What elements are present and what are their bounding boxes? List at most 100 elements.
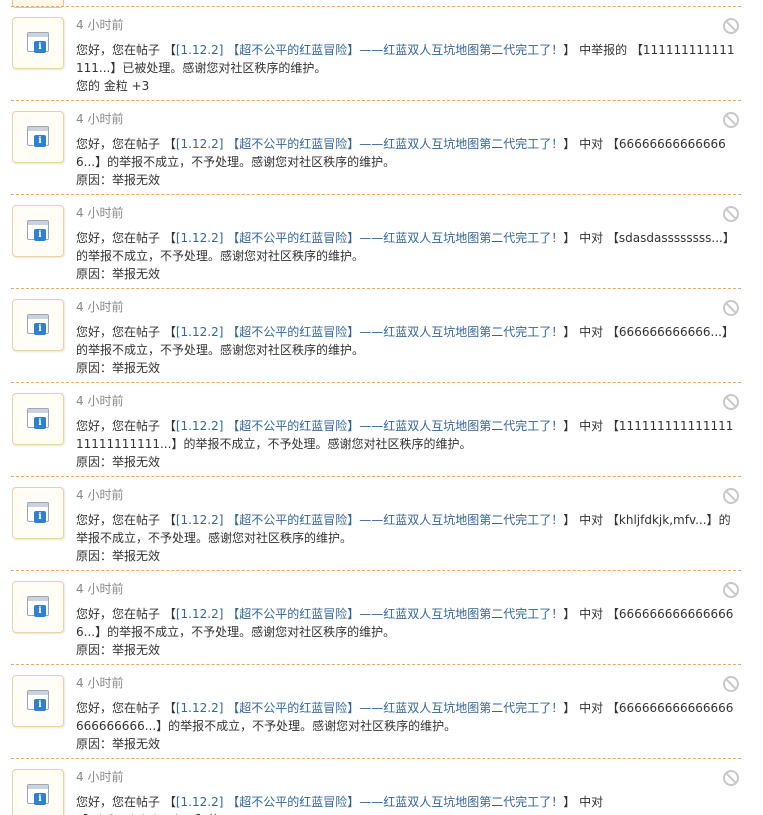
thread-version: [1.12.2] bbox=[175, 137, 224, 151]
thread-link[interactable]: [1.12.2] 【超不公平的红蓝冒险】——红蓝双人互坑地图第二代完工了！ bbox=[176, 231, 563, 245]
delete-icon[interactable] bbox=[723, 582, 739, 598]
delete-icon[interactable] bbox=[723, 488, 739, 504]
notification-avatar: i bbox=[12, 205, 64, 257]
message-suffix: 的举报不成立，不予处理。感谢您对社区秩序的维护。 bbox=[76, 249, 365, 263]
info-icon: i bbox=[34, 135, 46, 147]
message-suffix: 的举报不成立，不予处理。感谢您对社区秩序的维护。 bbox=[183, 437, 472, 451]
thread-version: [1.12.2] bbox=[175, 795, 224, 809]
thread-title: 【超不公平的红蓝冒险】——红蓝双人互坑地图第二代完工了！ bbox=[227, 607, 564, 621]
notification-list: i4 小时前 您好，您在帖子 【[1.12.2] 【超不公平的红蓝冒险】——红蓝双… bbox=[0, 6, 763, 815]
message-detail: 您的 金粒 +3 bbox=[76, 79, 150, 93]
notification-message: 您好，您在帖子 【[1.12.2] 【超不公平的红蓝冒险】——红蓝双人互坑地图第… bbox=[76, 605, 738, 659]
report-target: 【sdasdassssssss...】 bbox=[606, 231, 735, 245]
message-prefix: 您好，您在帖子 bbox=[76, 701, 161, 715]
report-target: 【666666666666...】 bbox=[606, 325, 734, 339]
thread-version: [1.12.2] bbox=[175, 701, 224, 715]
thread-title: 【超不公平的红蓝冒险】——红蓝双人互坑地图第二代完工了！ bbox=[227, 325, 564, 339]
delete-icon[interactable] bbox=[723, 206, 739, 222]
message-prefix: 您好，您在帖子 bbox=[76, 419, 161, 433]
notification-item: i 4 小时前您好，您在帖子 【[1.12.2] 【超不公平的红蓝冒险】——红蓝双… bbox=[11, 758, 741, 815]
notification-item: i 4 小时前 您好，您在帖子 【[1.12.2] 【超不公平的红蓝冒险】——红蓝双… bbox=[11, 100, 741, 194]
notification-avatar: i bbox=[12, 581, 64, 633]
notification-message: 您好，您在帖子 【[1.12.2] 【超不公平的红蓝冒险】——红蓝双人互坑地图第… bbox=[76, 323, 738, 377]
notification-time: 4 小时前 bbox=[76, 300, 124, 314]
message-suffix: 已被处理。感谢您对社区秩序的维护。 bbox=[122, 61, 327, 75]
delete-icon[interactable] bbox=[723, 112, 739, 128]
delete-icon[interactable] bbox=[723, 770, 739, 786]
info-icon: i bbox=[34, 793, 46, 805]
message-suffix: 的举报不成立，不予处理。感谢您对社区秩序的维护。 bbox=[107, 155, 396, 169]
message-prefix: 您好，您在帖子 bbox=[76, 795, 161, 809]
message-suffix: 的举报不成立，不予处理。感谢您对社区秩序的维护。 bbox=[168, 719, 457, 733]
notification-item: i 4 小时前 您好，您在帖子 【[1.12.2] 【超不公平的红蓝冒险】——红蓝双… bbox=[11, 664, 741, 758]
delete-icon[interactable] bbox=[723, 300, 739, 316]
message-middle: 中对 bbox=[579, 795, 604, 809]
message-middle: 中对 bbox=[579, 419, 604, 433]
message-middle: 中对 bbox=[579, 137, 604, 151]
thread-title: 【超不公平的红蓝冒险】——红蓝双人互坑地图第二代完工了！ bbox=[227, 231, 564, 245]
thread-link[interactable]: [1.12.2] 【超不公平的红蓝冒险】——红蓝双人互坑地图第二代完工了！ bbox=[176, 325, 563, 339]
thread-link[interactable]: [1.12.2] 【超不公平的红蓝冒险】——红蓝双人互坑地图第二代完工了！ bbox=[176, 43, 563, 57]
thread-link[interactable]: [1.12.2] 【超不公平的红蓝冒险】——红蓝双人互坑地图第二代完工了！ bbox=[176, 419, 563, 433]
thread-title: 【超不公平的红蓝冒险】——红蓝双人互坑地图第二代完工了！ bbox=[227, 43, 564, 57]
thread-link[interactable]: [1.12.2] 【超不公平的红蓝冒险】——红蓝双人互坑地图第二代完工了！ bbox=[176, 607, 563, 621]
message-detail: 原因：举报无效 bbox=[76, 361, 161, 375]
info-icon: i bbox=[34, 323, 46, 335]
message-detail: 原因：举报无效 bbox=[76, 643, 161, 657]
message-middle: 中对 bbox=[579, 325, 604, 339]
notification-time: 4 小时前 bbox=[76, 488, 124, 502]
notification-message: 您好，您在帖子 【[1.12.2] 【超不公平的红蓝冒险】——红蓝双人互坑地图第… bbox=[76, 417, 738, 471]
message-prefix: 您好，您在帖子 bbox=[76, 137, 161, 151]
info-icon: i bbox=[34, 511, 46, 523]
message-prefix: 您好，您在帖子 bbox=[76, 513, 161, 527]
thread-version: [1.12.2] bbox=[175, 325, 224, 339]
notification-avatar: i bbox=[12, 675, 64, 727]
delete-icon[interactable] bbox=[723, 18, 739, 34]
notification-message: 您好，您在帖子 【[1.12.2] 【超不公平的红蓝冒险】——红蓝双人互坑地图第… bbox=[76, 699, 738, 753]
message-suffix: 的举报不成立，不予处理。感谢您对社区秩序的维护。 bbox=[76, 343, 365, 357]
message-detail: 原因：举报无效 bbox=[76, 267, 161, 281]
notification-item: i 4 小时前 您好，您在帖子 【[1.12.2] 【超不公平的红蓝冒险】——红蓝双… bbox=[11, 382, 741, 476]
thread-version: [1.12.2] bbox=[175, 513, 224, 527]
thread-link[interactable]: [1.12.2] 【超不公平的红蓝冒险】——红蓝双人互坑地图第二代完工了！ bbox=[176, 137, 563, 151]
message-middle: 中对 bbox=[579, 231, 604, 245]
message-middle: 中对 bbox=[579, 701, 604, 715]
info-icon: i bbox=[34, 605, 46, 617]
message-detail: 原因：举报无效 bbox=[76, 173, 161, 187]
thread-link[interactable]: [1.12.2] 【超不公平的红蓝冒险】——红蓝双人互坑地图第二代完工了！ bbox=[176, 513, 563, 527]
message-prefix: 您好，您在帖子 bbox=[76, 325, 161, 339]
message-prefix: 您好，您在帖子 bbox=[76, 607, 161, 621]
notification-item: i 4 小时前您好，您在帖子 【[1.12.2] 【超不公平的红蓝冒险】——红蓝双… bbox=[11, 570, 741, 664]
notification-avatar: i bbox=[12, 111, 64, 163]
thread-title: 【超不公平的红蓝冒险】——红蓝双人互坑地图第二代完工了！ bbox=[227, 795, 564, 809]
notification-time: 4 小时前 bbox=[76, 582, 124, 596]
notification-item: i 4 小时前 您好，您在帖子 【[1.12.2] 【超不公平的红蓝冒险】——红蓝双… bbox=[11, 6, 741, 100]
notification-item: i 4 小时前 您好，您在帖子 【[1.12.2] 【超不公平的红蓝冒险】——红蓝双… bbox=[11, 194, 741, 288]
message-middle: 中对 bbox=[579, 607, 604, 621]
message-prefix: 您好，您在帖子 bbox=[76, 231, 161, 245]
message-middle: 中举报的 bbox=[579, 43, 628, 57]
delete-icon[interactable] bbox=[723, 676, 739, 692]
info-icon: i bbox=[34, 699, 46, 711]
notification-item: i 4 小时前 您好，您在帖子 【[1.12.2] 【超不公平的红蓝冒险】——红蓝双… bbox=[11, 476, 741, 570]
thread-link[interactable]: [1.12.2] 【超不公平的红蓝冒险】——红蓝双人互坑地图第二代完工了！ bbox=[176, 795, 563, 809]
message-detail: 原因：举报无效 bbox=[76, 549, 161, 563]
thread-version: [1.12.2] bbox=[175, 231, 224, 245]
message-middle: 中对 bbox=[579, 513, 604, 527]
thread-link[interactable]: [1.12.2] 【超不公平的红蓝冒险】——红蓝双人互坑地图第二代完工了！ bbox=[176, 701, 563, 715]
thread-version: [1.12.2] bbox=[175, 43, 224, 57]
notification-avatar: i bbox=[12, 299, 64, 351]
notification-message: 您好，您在帖子 【[1.12.2] 【超不公平的红蓝冒险】——红蓝双人互坑地图第… bbox=[76, 135, 738, 189]
thread-title: 【超不公平的红蓝冒险】——红蓝双人互坑地图第二代完工了！ bbox=[227, 137, 564, 151]
thread-title: 【超不公平的红蓝冒险】——红蓝双人互坑地图第二代完工了！ bbox=[227, 701, 564, 715]
notification-message: 您好，您在帖子 【[1.12.2] 【超不公平的红蓝冒险】——红蓝双人互坑地图第… bbox=[76, 793, 738, 815]
delete-icon[interactable] bbox=[723, 394, 739, 410]
thread-version: [1.12.2] bbox=[175, 419, 224, 433]
notification-time: 4 小时前 bbox=[76, 394, 124, 408]
notification-item: i 4 小时前您好，您在帖子 【[1.12.2] 【超不公平的红蓝冒险】——红蓝双… bbox=[11, 288, 741, 382]
notification-time: 4 小时前 bbox=[76, 206, 124, 220]
notification-avatar: i bbox=[12, 487, 64, 539]
thread-title: 【超不公平的红蓝冒险】——红蓝双人互坑地图第二代完工了！ bbox=[227, 419, 564, 433]
notification-time: 4 小时前 bbox=[76, 770, 124, 784]
notification-avatar: i bbox=[12, 17, 64, 69]
